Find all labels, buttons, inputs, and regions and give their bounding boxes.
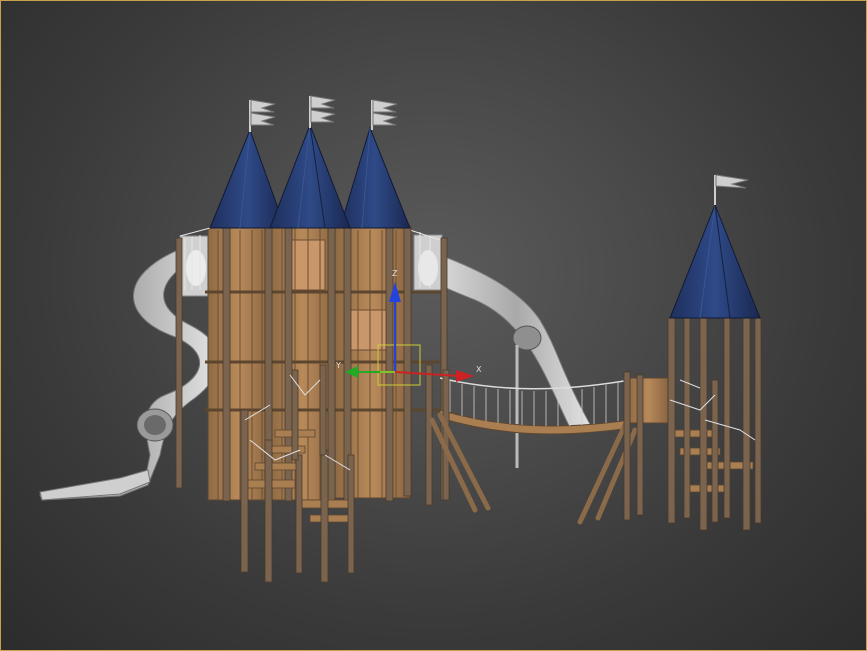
flag-icon: [250, 99, 276, 113]
rope-bridge: [425, 364, 638, 525]
flag-icon: [715, 174, 749, 189]
flag-icon: [310, 95, 336, 109]
flag-icon: [372, 112, 398, 126]
tower-cones-main: [209, 95, 411, 229]
gizmo-y-label: Y: [335, 361, 341, 370]
tower-cone-right: [669, 174, 761, 319]
flag-icon: [372, 99, 398, 113]
3d-viewport[interactable]: Z X Y: [0, 0, 867, 651]
flag-icon: [250, 112, 276, 126]
right-tower: [623, 174, 762, 531]
gizmo-z-label: Z: [392, 269, 398, 278]
main-tower: [175, 224, 448, 502]
scene-canvas[interactable]: Z X Y: [0, 0, 867, 651]
x-arrow-icon[interactable]: [456, 370, 474, 382]
flag-icon: [310, 109, 336, 123]
gizmo-x-label: X: [476, 365, 482, 374]
